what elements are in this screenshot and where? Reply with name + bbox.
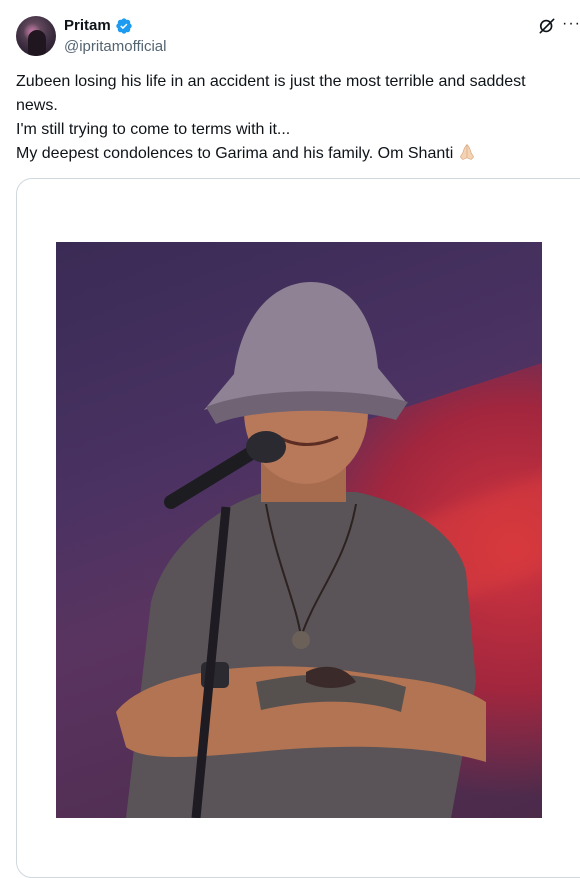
grok-icon[interactable] — [537, 16, 557, 36]
author-name-row: Pritam — [64, 16, 133, 36]
author-handle[interactable]: @ipritamofficial — [64, 37, 166, 57]
author-display-name[interactable]: Pritam — [64, 16, 111, 36]
tweet-photo[interactable] — [56, 242, 542, 818]
tweet-text: Zubeen losing his life in an accident is… — [16, 70, 580, 166]
folded-hands-emoji-icon — [460, 144, 475, 160]
tweet-line-last: My deepest condolences to Garima and his… — [16, 142, 580, 166]
avatar[interactable] — [16, 16, 56, 56]
tweet-line: Zubeen losing his life in an accident is… — [16, 73, 526, 90]
singer-figure — [116, 282, 486, 818]
avatar-figure — [28, 30, 46, 56]
tweet-line: news. — [16, 97, 58, 114]
verified-badge-icon — [116, 18, 132, 34]
more-options-icon[interactable]: ··· — [562, 14, 580, 34]
tweet-line: I'm still trying to come to terms with i… — [16, 121, 291, 138]
tweet-line-text: My deepest condolences to Garima and his… — [16, 145, 454, 162]
